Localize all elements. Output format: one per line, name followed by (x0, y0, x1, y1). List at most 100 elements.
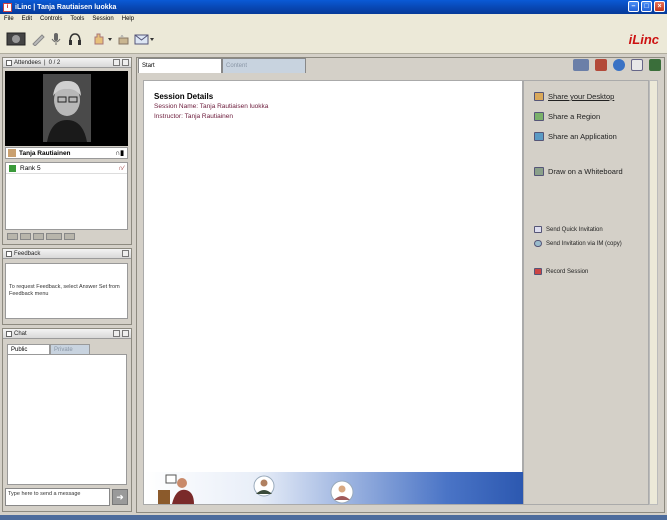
taskbar-edge (0, 515, 667, 520)
share-region-label: Share a Region (548, 112, 601, 121)
share-application-action[interactable]: Share an Application (534, 132, 617, 141)
chat-icon (6, 330, 12, 337)
tab-private[interactable]: Private (50, 344, 90, 354)
attendee-control-2[interactable] (20, 233, 31, 240)
session-content (143, 80, 523, 505)
tab-content[interactable]: Content (222, 58, 306, 73)
close-button[interactable]: × (654, 1, 665, 12)
chat-header: Chat (3, 329, 131, 339)
attendees-title: Attendees (14, 59, 42, 66)
presenter-name: Tanja Rautiainen (19, 149, 71, 157)
presenter-status-icons: ∩▮ (115, 150, 124, 157)
ilinc-logo: iLinc (628, 32, 659, 47)
attendee-controls (7, 233, 75, 240)
quick-invitation-action[interactable]: Send Quick Invitation (534, 226, 603, 233)
session-details-title: Session Details (154, 92, 214, 101)
attendee-control-4[interactable] (46, 233, 62, 240)
window-title: iLinc | Tanja Rautiaisen luokka (15, 3, 117, 11)
presenter-icon (8, 149, 16, 157)
save-icon[interactable] (649, 59, 661, 71)
chat-tabs: Public Private (7, 344, 90, 354)
actions-panel (523, 80, 649, 505)
chat-expand-button[interactable] (122, 330, 129, 337)
feedback-message: To request Feedback, select Answer Set f… (9, 284, 120, 297)
microphone-icon (51, 33, 61, 45)
desktop-icon (534, 92, 544, 101)
rank-icon (9, 164, 16, 172)
vertical-scrollbar[interactable] (649, 80, 658, 505)
pen-button[interactable] (30, 31, 46, 47)
microphone-button[interactable] (48, 31, 64, 47)
banner-illustration (158, 474, 354, 504)
app-icon: i (3, 2, 12, 12)
separator: | (44, 59, 46, 66)
envelope-icon (534, 226, 542, 233)
chat-input[interactable]: Type here to send a message (5, 488, 110, 506)
maximize-button[interactable]: □ (641, 1, 652, 12)
attendees-icon (6, 59, 12, 66)
feedback-header: Feedback (3, 249, 131, 259)
share-application-label: Share an Application (548, 132, 617, 141)
email-button[interactable] (134, 31, 156, 47)
share-desktop-label: Share your Desktop (548, 92, 615, 101)
region-icon (534, 112, 544, 121)
feedback-title: Feedback (14, 250, 41, 257)
presenter-row[interactable]: Tanja Rautiainen ∩▮ (5, 147, 128, 159)
webcam-icon (6, 32, 26, 46)
layout-icon[interactable] (573, 59, 589, 71)
menu-tools[interactable]: Tools (70, 16, 84, 22)
menu-file[interactable]: File (4, 16, 14, 22)
hand-icon (94, 33, 112, 45)
attendee-control-5[interactable] (64, 233, 75, 240)
toolbar: iLinc (0, 24, 667, 54)
record-session-label: Record Session (546, 268, 589, 275)
list-item[interactable]: Rank 5 ∩⁄ (6, 163, 127, 174)
minimize-button[interactable]: – (628, 1, 639, 12)
webcam-button[interactable] (6, 31, 26, 47)
people-banner (144, 472, 523, 504)
whiteboard-action[interactable]: Draw on a Whiteboard (534, 167, 623, 176)
tab-public[interactable]: Public (7, 344, 50, 354)
feedback-icon (6, 250, 12, 257)
menu-help[interactable]: Help (122, 16, 134, 22)
session-name: Session Name: Tanja Rautiaisen luokka (154, 103, 269, 110)
attendee-count: 0 / 2 (48, 59, 61, 66)
headset-icon (69, 33, 81, 45)
share-desktop-action[interactable]: Share your Desktop (534, 92, 614, 101)
raise-hand-button[interactable] (92, 31, 114, 47)
send-message-button[interactable]: ➜ (112, 489, 128, 505)
pen-icon (32, 34, 45, 46)
headset-button[interactable] (67, 31, 83, 47)
chat-title: Chat (14, 330, 27, 337)
menu-session[interactable]: Session (92, 16, 113, 22)
whiteboard-icon (534, 167, 544, 176)
attendees-minimize-button[interactable] (113, 59, 120, 66)
globe-icon[interactable] (613, 59, 625, 71)
feedback-message-box: To request Feedback, select Answer Set f… (5, 263, 128, 319)
checklist-icon[interactable] (631, 59, 643, 71)
attendees-header: Attendees | 0 / 2 (3, 58, 131, 68)
record-session-action[interactable]: Record Session (534, 268, 588, 275)
menu-edit[interactable]: Edit (22, 16, 32, 22)
record-icon (534, 268, 542, 275)
attendee-control-3[interactable] (33, 233, 44, 240)
im-invitation-action[interactable]: Send Invitation via IM (copy) (534, 240, 622, 247)
coffee-button[interactable] (116, 31, 132, 47)
chat-minimize-button[interactable] (113, 330, 120, 337)
attendee-control-1[interactable] (7, 233, 18, 240)
attendee-list: Rank 5 ∩⁄ (5, 162, 128, 230)
tab-start[interactable]: Start (138, 58, 222, 73)
menu-controls[interactable]: Controls (40, 16, 62, 22)
coffee-cup-icon (118, 35, 129, 45)
quick-invitation-label: Send Quick Invitation (546, 226, 603, 233)
feedback-expand-button[interactable] (122, 250, 129, 257)
application-icon (534, 132, 544, 141)
rank-label: Rank 5 (20, 164, 41, 172)
chat-log (7, 354, 127, 485)
attendees-expand-button[interactable] (122, 59, 129, 66)
settings-icon[interactable] (595, 59, 607, 71)
im-invitation-label: Send Invitation via IM (copy) (546, 240, 622, 247)
share-region-action[interactable]: Share a Region (534, 112, 600, 121)
instructor-name: Instructor: Tanja Rautiainen (154, 113, 234, 120)
presenter-video (43, 74, 91, 142)
